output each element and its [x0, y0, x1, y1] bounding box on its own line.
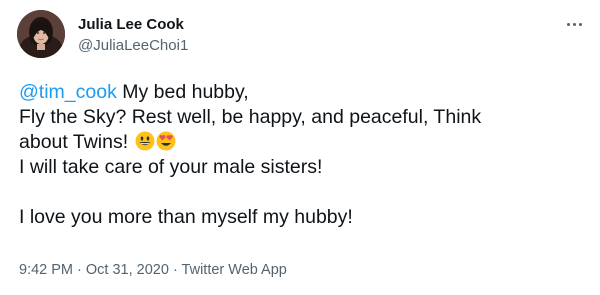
tweet-line-1: @tim_cook My bed hubby, [19, 80, 589, 105]
author-handle[interactable]: @JuliaLeeChoi1 [78, 37, 188, 54]
tweet-source[interactable]: Twitter Web App [182, 262, 287, 278]
more-options-icon[interactable] [560, 14, 588, 34]
tweet-text: @tim_cook My bed hubby, Fly the Sky? Res… [19, 80, 589, 230]
meta-separator: · [168, 262, 182, 278]
avatar-image [17, 10, 65, 58]
meta-separator: · [73, 262, 86, 278]
tweet-date[interactable]: Oct 31, 2020 [86, 262, 169, 278]
grinning-face-emoji [135, 131, 155, 151]
tweet-line-3: about Twins! [19, 130, 589, 155]
tweet-time[interactable]: 9:42 PM [19, 262, 73, 278]
tweet-meta: 9:42 PM · Oct 31, 2020 · Twitter Web App [19, 262, 287, 278]
tweet-line-2: Fly the Sky? Rest well, be happy, and pe… [19, 106, 482, 128]
tweet-line-4: I will take care of your male sisters! [19, 156, 323, 178]
more-dot [578, 22, 582, 26]
tweet-card: Julia Lee Cook @JuliaLeeChoi1 @tim_cook … [0, 0, 600, 295]
tweet-line-3-text: about Twins! [19, 131, 134, 153]
mention-link[interactable]: @tim_cook [19, 81, 117, 103]
more-dot [566, 22, 570, 26]
more-dot [572, 22, 576, 26]
tweet-line-5: I love you more than myself my hubby! [19, 206, 353, 228]
tweet-line-1-text: My bed hubby, [116, 81, 249, 103]
avatar[interactable] [17, 10, 65, 58]
author-display-name[interactable]: Julia Lee Cook [78, 16, 184, 33]
smiling-face-with-heart-eyes-emoji [156, 131, 176, 151]
